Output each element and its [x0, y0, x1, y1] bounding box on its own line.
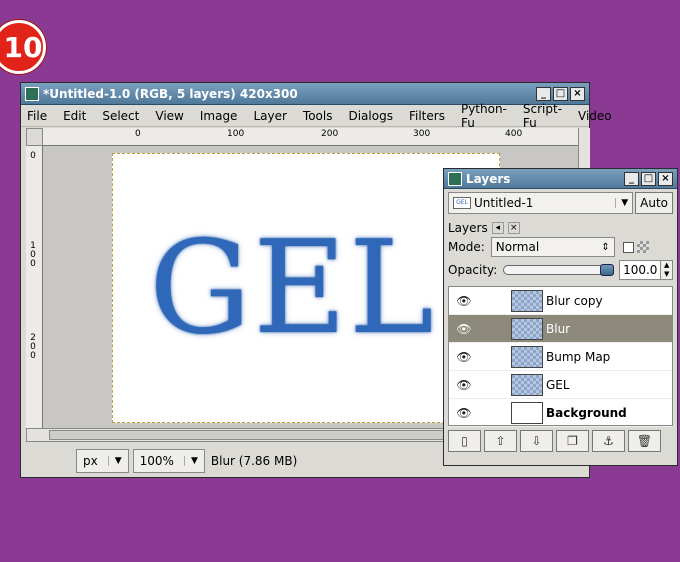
opacity-input[interactable]: 100.0: [618, 260, 662, 280]
layer-thumbnail: [511, 289, 543, 312]
layer-name: Blur: [546, 321, 571, 336]
close-icon[interactable]: ×: [658, 171, 673, 186]
menu-tools[interactable]: Tools: [303, 109, 333, 123]
menu-view[interactable]: View: [155, 109, 183, 123]
zoom-value: 100%: [139, 454, 174, 468]
gimp-window-icon: [25, 86, 39, 101]
eye-icon[interactable]: 👁: [449, 322, 479, 336]
layer-row[interactable]: 👁 Background: [449, 399, 672, 427]
layer-thumbnail: [511, 373, 543, 396]
horizontal-ruler[interactable]: 0 100 200 300 400: [43, 128, 578, 146]
unit-select[interactable]: px ▼: [76, 449, 129, 473]
unit-value: px: [83, 454, 98, 468]
layer-name: Background: [546, 405, 627, 420]
layer-list: 👁 Blur copy 👁 Blur 👁 Bump Map 👁 GEL 👁 Ba…: [448, 286, 673, 427]
layer-name: Bump Map: [546, 349, 611, 364]
layer-thumbnail: [511, 345, 543, 368]
image-window-title: *Untitled-1.0 (RGB, 5 layers) 420x300: [43, 86, 298, 101]
duplicate-layer-icon[interactable]: ❐: [556, 430, 589, 452]
layer-name: GEL: [546, 377, 570, 392]
layer-row[interactable]: 👁 Blur copy: [449, 287, 672, 315]
step-badge: 10: [0, 20, 46, 74]
anchor-layer-icon[interactable]: ⚓: [592, 430, 625, 452]
lower-layer-icon[interactable]: ⇩: [520, 430, 553, 452]
image-canvas[interactable]: GEL: [112, 153, 500, 423]
zoom-select[interactable]: 100% ▼: [132, 449, 205, 473]
eye-icon[interactable]: 👁: [449, 406, 479, 420]
maximize-icon[interactable]: □: [641, 171, 656, 186]
eye-icon[interactable]: 👁: [449, 350, 479, 364]
ruler-label: 0: [30, 151, 36, 161]
layers-panel-title: Layers: [448, 221, 488, 235]
ruler-label: 200: [321, 129, 339, 139]
layer-row[interactable]: 👁 Bump Map: [449, 343, 672, 371]
auto-button[interactable]: Auto: [635, 192, 673, 214]
layers-dock: Layers _ □ × GEL Untitled-1 ▼ Auto Layer…: [443, 168, 678, 466]
close-icon[interactable]: ×: [570, 86, 585, 101]
new-layer-icon[interactable]: ▯: [448, 430, 481, 452]
layer-thumbnail: [511, 317, 543, 340]
opacity-slider[interactable]: [503, 264, 614, 276]
image-selector[interactable]: GEL Untitled-1 ▼: [448, 192, 634, 214]
vertical-ruler[interactable]: 0 100 200: [26, 146, 43, 428]
maximize-icon[interactable]: □: [553, 86, 568, 101]
ruler-label: 200: [30, 333, 36, 361]
layer-name: Blur copy: [546, 293, 603, 308]
mode-value: Normal: [495, 240, 540, 254]
ruler-label: 400: [505, 129, 523, 139]
layer-row[interactable]: 👁 GEL: [449, 371, 672, 399]
quickmask-toggle[interactable]: [26, 128, 43, 146]
layer-thumbnail: [511, 401, 543, 424]
menu-image[interactable]: Image: [200, 109, 238, 123]
opacity-slider-knob[interactable]: [599, 264, 614, 276]
ruler-label: 100: [227, 129, 245, 139]
image-selector-value: Untitled-1: [474, 196, 534, 210]
menu-filters[interactable]: Filters: [409, 109, 445, 123]
gimp-window-icon: [448, 171, 462, 186]
keep-transparency-checkbox[interactable]: [622, 241, 634, 253]
eye-icon[interactable]: 👁: [449, 294, 479, 308]
status-text: Blur (7.86 MB): [210, 454, 298, 468]
layer-row-selected[interactable]: 👁 Blur: [449, 315, 672, 343]
layers-panel: Layers ◂ × Mode: Normal ⇕ Opacity: 100.0…: [444, 220, 677, 282]
menubar: File Edit Select View Image Layer Tools …: [21, 102, 612, 130]
menu-select[interactable]: Select: [102, 109, 139, 123]
image-thumbnail-icon: GEL: [453, 197, 471, 209]
chevron-down-icon: ▼: [183, 456, 198, 466]
mode-label: Mode:: [448, 240, 485, 254]
minimize-icon[interactable]: _: [624, 171, 639, 186]
ruler-label: 100: [30, 241, 36, 269]
menu-dialogs[interactable]: Dialogs: [348, 109, 392, 123]
delete-layer-icon[interactable]: 🗑: [628, 430, 661, 452]
opacity-label: Opacity:: [448, 263, 498, 277]
minimize-icon[interactable]: _: [536, 86, 551, 101]
chevron-down-icon: ▼: [107, 456, 122, 466]
updown-arrow-icon: ⇕: [601, 241, 610, 253]
close-tab-icon[interactable]: ×: [507, 222, 520, 234]
opacity-spin-buttons[interactable]: ▲ ▼: [661, 260, 673, 280]
layers-dock-title: Layers: [466, 171, 511, 186]
canvas-gel-text: GEL: [149, 214, 436, 363]
image-selector-row: GEL Untitled-1 ▼ Auto: [444, 189, 677, 217]
layers-dock-titlebar[interactable]: Layers _ □ ×: [444, 169, 677, 189]
menu-video[interactable]: Video: [578, 109, 612, 123]
ruler-label: 0: [135, 129, 141, 139]
mode-select[interactable]: Normal ⇕: [490, 237, 615, 257]
menu-script-fu[interactable]: Script-Fu: [523, 102, 562, 130]
chevron-down-icon: ▼: [615, 198, 628, 208]
menu-python-fu[interactable]: Python-Fu: [461, 102, 507, 130]
menu-edit[interactable]: Edit: [63, 109, 86, 123]
eye-icon[interactable]: 👁: [449, 378, 479, 392]
menu-file[interactable]: File: [27, 109, 47, 123]
menu-layer[interactable]: Layer: [253, 109, 286, 123]
tab-menu-icon[interactable]: ◂: [491, 222, 504, 234]
layer-buttons: ▯ ⇧ ⇩ ❐ ⚓ 🗑: [444, 426, 677, 456]
ruler-label: 300: [413, 129, 431, 139]
transparency-icon: [636, 241, 649, 253]
raise-layer-icon[interactable]: ⇧: [484, 430, 517, 452]
